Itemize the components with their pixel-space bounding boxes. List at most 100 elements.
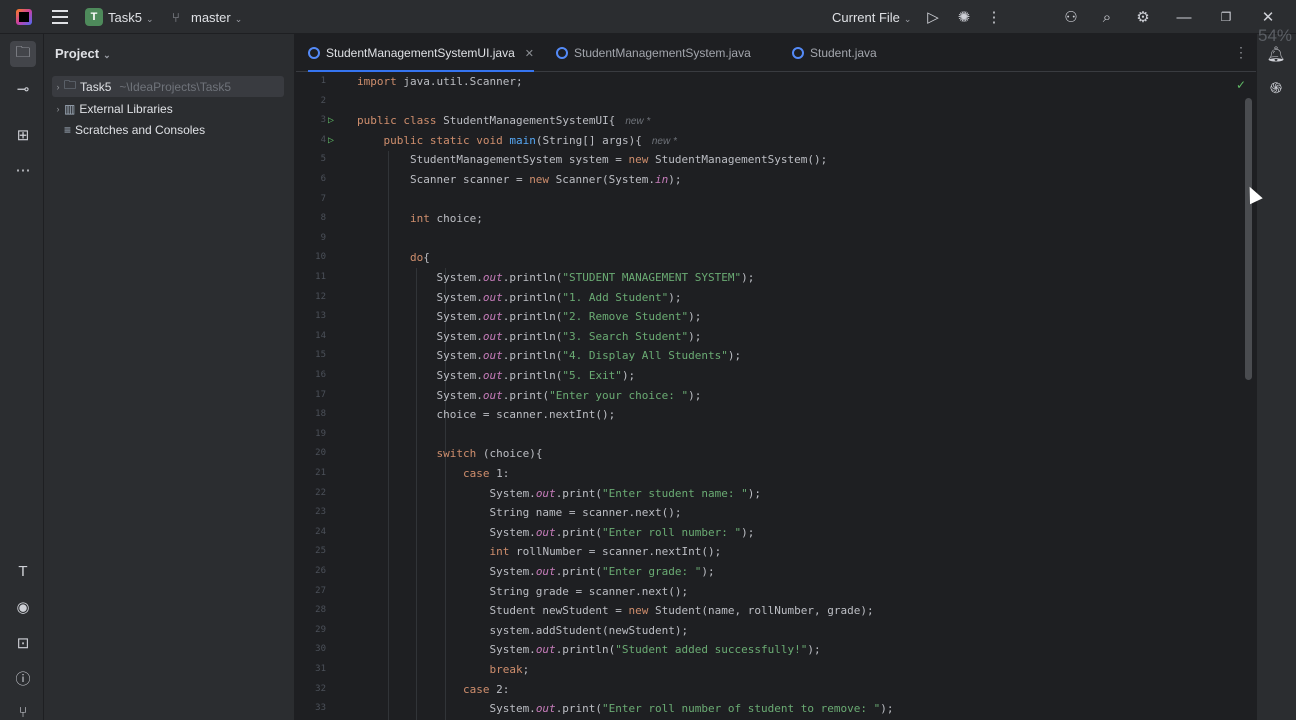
- code-line[interactable]: 21 case 1:: [296, 464, 1236, 484]
- run-gutter-icon[interactable]: ▷: [328, 131, 334, 151]
- line-number[interactable]: 6: [296, 170, 326, 190]
- chevron-right-icon[interactable]: ›: [52, 82, 64, 92]
- restore-icon[interactable]: ❐: [1217, 8, 1235, 26]
- code-editor[interactable]: 1 import java.util.Scanner; 2 3 ▷ public clas…: [296, 72, 1256, 720]
- structure-icon[interactable]: ⊞: [13, 125, 33, 145]
- line-number[interactable]: 22: [296, 484, 326, 504]
- code-line[interactable]: 26 System.out.print("Enter grade: ");: [296, 562, 1236, 582]
- line-number[interactable]: 26: [296, 562, 326, 582]
- line-number[interactable]: 10: [296, 248, 326, 268]
- line-number[interactable]: 25: [296, 542, 326, 562]
- editor-scrollbar[interactable]: [1245, 98, 1252, 380]
- settings-gear-icon[interactable]: ⚙: [1134, 8, 1152, 26]
- line-number[interactable]: 12: [296, 288, 326, 308]
- tab-student-management-system-ui[interactable]: StudentManagementSystemUI.java ✕: [308, 34, 534, 73]
- line-number[interactable]: 11: [296, 268, 326, 288]
- ai-assistant-icon[interactable]: ֍: [1266, 78, 1286, 98]
- line-number[interactable]: 8: [296, 209, 326, 229]
- code-line[interactable]: 14 System.out.println("3. Search Student…: [296, 327, 1236, 347]
- line-number[interactable]: 24: [296, 523, 326, 543]
- code-with-me-icon[interactable]: ⚇: [1062, 8, 1080, 26]
- commit-icon[interactable]: ⊸: [13, 79, 33, 99]
- run-config-selector[interactable]: Current File ⌄: [832, 10, 911, 25]
- terminal-icon[interactable]: ⊡: [13, 633, 33, 653]
- line-number[interactable]: 15: [296, 346, 326, 366]
- line-number[interactable]: 9: [296, 229, 326, 249]
- code-line[interactable]: 6 Scanner scanner = new Scanner(System.i…: [296, 170, 1236, 190]
- line-number[interactable]: 21: [296, 464, 326, 484]
- line-number[interactable]: 3: [296, 111, 326, 131]
- tab-student-management-system[interactable]: StudentManagementSystem.java: [556, 34, 751, 72]
- code-line[interactable]: 7: [296, 190, 1236, 210]
- line-number[interactable]: 4: [296, 131, 326, 151]
- line-number[interactable]: 33: [296, 699, 326, 719]
- author-hint[interactable]: new *: [625, 116, 650, 127]
- code-line[interactable]: 29 system.addStudent(newStudent);: [296, 621, 1236, 641]
- line-number[interactable]: 14: [296, 327, 326, 347]
- run-icon[interactable]: ▷: [924, 8, 942, 26]
- code-line[interactable]: 31 break;: [296, 660, 1236, 680]
- minimize-icon[interactable]: —: [1175, 8, 1193, 26]
- project-badge[interactable]: T: [85, 8, 103, 26]
- line-number[interactable]: 17: [296, 386, 326, 406]
- code-line[interactable]: 3 ▷ public class StudentManagementSystemUI…: [296, 111, 1236, 131]
- line-number[interactable]: 5: [296, 150, 326, 170]
- code-line[interactable]: 32 case 2:: [296, 680, 1236, 700]
- code-line[interactable]: 5 StudentManagementSystem system = new S…: [296, 150, 1236, 170]
- author-hint[interactable]: new *: [652, 136, 677, 147]
- code-line[interactable]: 24 System.out.print("Enter roll number: …: [296, 523, 1236, 543]
- line-number[interactable]: 30: [296, 640, 326, 660]
- code-line[interactable]: 8 int choice;: [296, 209, 1236, 229]
- code-line[interactable]: 9: [296, 229, 1236, 249]
- git-icon[interactable]: ⑂: [13, 702, 33, 720]
- code-line[interactable]: 1 import java.util.Scanner;: [296, 72, 1236, 92]
- notifications-bell-icon[interactable]: 🔔︎: [1266, 44, 1286, 64]
- line-number[interactable]: 29: [296, 621, 326, 641]
- line-number[interactable]: 31: [296, 660, 326, 680]
- code-line[interactable]: 20 switch (choice){: [296, 444, 1236, 464]
- more-tools-icon[interactable]: ⋯: [13, 160, 33, 180]
- line-number[interactable]: 28: [296, 601, 326, 621]
- close-tab-icon[interactable]: ✕: [525, 47, 534, 60]
- line-number[interactable]: 19: [296, 425, 326, 445]
- tab-student[interactable]: Student.java: [792, 34, 877, 72]
- code-line[interactable]: 13 System.out.println("2. Remove Student…: [296, 307, 1236, 327]
- line-number[interactable]: 1: [296, 72, 326, 92]
- more-actions-icon[interactable]: ⋮: [985, 8, 1003, 26]
- line-number[interactable]: 13: [296, 307, 326, 327]
- tree-item-task5[interactable]: › 🗀 Task5 ~\IdeaProjects\Task5: [52, 76, 284, 97]
- code-line[interactable]: 18 choice = scanner.nextInt();: [296, 405, 1236, 425]
- code-line[interactable]: 33 System.out.print("Enter roll number o…: [296, 699, 1236, 719]
- tab-overflow-menu-icon[interactable]: ⋮: [1234, 44, 1248, 61]
- main-menu-icon[interactable]: [52, 10, 68, 24]
- code-line[interactable]: 27 String grade = scanner.next();: [296, 582, 1236, 602]
- code-line[interactable]: 25 int rollNumber = scanner.nextInt();: [296, 542, 1236, 562]
- close-window-icon[interactable]: ✕: [1259, 8, 1277, 26]
- code-line[interactable]: 15 System.out.println("4. Display All St…: [296, 346, 1236, 366]
- code-line[interactable]: 16 System.out.println("5. Exit");: [296, 366, 1236, 386]
- line-number[interactable]: 27: [296, 582, 326, 602]
- inspection-ok-icon[interactable]: ✓: [1236, 78, 1246, 92]
- line-number[interactable]: 23: [296, 503, 326, 523]
- run-gutter-icon[interactable]: ▷: [328, 111, 334, 131]
- project-panel-title[interactable]: Project ⌄: [55, 46, 111, 61]
- code-line[interactable]: 2: [296, 92, 1236, 112]
- code-line[interactable]: 19: [296, 425, 1236, 445]
- run-tool-icon[interactable]: ◉: [13, 597, 33, 617]
- line-number[interactable]: 7: [296, 190, 326, 210]
- code-line[interactable]: 22 System.out.print("Enter student name:…: [296, 484, 1236, 504]
- line-number[interactable]: 2: [296, 92, 326, 112]
- vcs-branch-widget[interactable]: master ⌄: [191, 10, 242, 25]
- problems-icon[interactable]: ⓘ: [13, 668, 33, 688]
- code-line[interactable]: 4 ▷ public static void main(String[] args…: [296, 131, 1236, 151]
- project-tool-icon[interactable]: 🗀: [10, 41, 36, 67]
- code-line[interactable]: 11 System.out.println("STUDENT MANAGEMEN…: [296, 268, 1236, 288]
- code-line[interactable]: 17 System.out.print("Enter your choice: …: [296, 386, 1236, 406]
- code-line[interactable]: 12 System.out.println("1. Add Student");: [296, 288, 1236, 308]
- line-number[interactable]: 20: [296, 444, 326, 464]
- search-icon[interactable]: ⌕: [1098, 8, 1116, 26]
- build-hammer-icon[interactable]: T: [13, 561, 33, 581]
- line-number[interactable]: 18: [296, 405, 326, 425]
- tree-item-external-libraries[interactable]: › ▥ External Libraries: [52, 98, 303, 119]
- code-line[interactable]: 30 System.out.println("Student added suc…: [296, 640, 1236, 660]
